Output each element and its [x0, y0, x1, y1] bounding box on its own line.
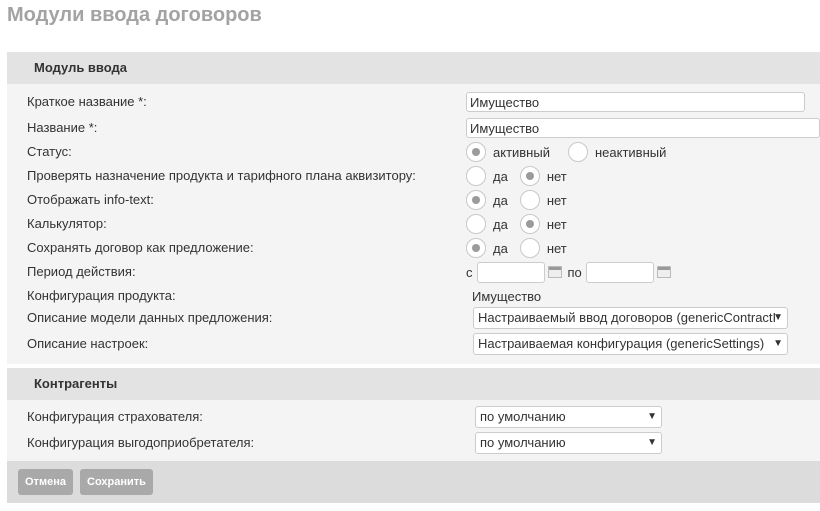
period-field-group: с по	[466, 261, 677, 283]
calculator-yes-radio[interactable]	[466, 214, 486, 234]
beneficiary-config-select[interactable]: по умолчанию ▼	[475, 432, 662, 454]
status-active-label: активный	[493, 144, 550, 160]
data-model-chevron-down-icon: ▼	[773, 312, 783, 323]
check-assign-yes-label: да	[493, 168, 508, 184]
save-as-offer-yes-radio[interactable]	[466, 238, 486, 258]
insurer-config-select-value: по умолчанию	[480, 409, 566, 424]
check-assign-label: Проверять назначение продукта и тарифног…	[27, 168, 416, 183]
info-text-label: Отображать info-text:	[27, 192, 154, 207]
calendar-from-icon[interactable]	[547, 266, 562, 278]
page-title: Модули ввода договоров	[7, 4, 262, 26]
insurer-config-select[interactable]: по умолчанию ▼	[475, 406, 662, 428]
settings-chevron-down-icon: ▼	[773, 338, 783, 349]
calculator-yes-label: да	[493, 216, 508, 232]
name-input[interactable]	[466, 118, 820, 138]
save-as-offer-label: Сохранять договор как предложение:	[27, 240, 254, 255]
check-assign-no-radio[interactable]	[519, 166, 540, 186]
settings-select-value: Настраиваемая конфигурация (genericSetti…	[478, 336, 765, 351]
product-config-label: Конфигурация продукта:	[27, 288, 176, 303]
short-name-label: Краткое название *:	[27, 94, 147, 109]
beneficiary-chevron-down-icon: ▼	[647, 437, 657, 448]
short-name-input[interactable]	[466, 92, 805, 112]
save-as-offer-no-label: нет	[546, 240, 567, 256]
product-config-value: Имущество	[472, 288, 542, 304]
info-text-radio-group: да нет	[466, 189, 579, 211]
beneficiary-config-select-value: по умолчанию	[480, 435, 566, 450]
status-label: Статус:	[27, 144, 72, 159]
beneficiary-config-label: Конфигурация выгодоприобретателя:	[27, 435, 255, 450]
save-as-offer-no-radio[interactable]	[519, 238, 540, 258]
save-as-offer-yes-label: да	[493, 240, 508, 256]
period-to-label: по	[567, 264, 582, 280]
save-button[interactable]: Сохранить	[80, 469, 153, 495]
insurer-config-label: Конфигурация страхователя:	[27, 409, 203, 424]
status-active-radio[interactable]	[466, 142, 486, 162]
name-label: Название *:	[27, 120, 98, 135]
module-section-header: Модуль ввода	[7, 52, 820, 84]
calculator-no-label: нет	[546, 216, 567, 232]
check-assign-yes-radio[interactable]	[466, 166, 486, 186]
period-to-input[interactable]	[585, 261, 654, 283]
contragents-section-header: Контрагенты	[7, 368, 820, 400]
status-radio-group: активный неактивный	[466, 141, 678, 163]
info-text-no-radio[interactable]	[519, 190, 540, 210]
calculator-radio-group: да нет	[466, 213, 579, 235]
settings-label: Описание настроек:	[27, 336, 149, 351]
insurer-chevron-down-icon: ▼	[647, 411, 657, 422]
period-label: Период действия:	[27, 264, 136, 279]
data-model-select-value: Настраиваемый ввод договоров (genericCon…	[478, 310, 777, 325]
check-assign-radio-group: да нет	[466, 165, 579, 187]
period-from-input[interactable]	[476, 261, 545, 283]
check-assign-no-label: нет	[546, 168, 567, 184]
info-text-yes-radio[interactable]	[466, 190, 486, 210]
status-inactive-radio[interactable]	[567, 142, 588, 162]
settings-select[interactable]: Настраиваемая конфигурация (genericSetti…	[473, 333, 788, 355]
status-inactive-label: неактивный	[594, 144, 667, 160]
button-bar: Отмена Сохранить	[7, 461, 820, 503]
calculator-label: Калькулятор:	[27, 216, 107, 231]
save-as-offer-radio-group: да нет	[466, 237, 579, 259]
calendar-to-icon[interactable]	[656, 266, 671, 278]
data-model-label: Описание модели данных предложения:	[27, 310, 273, 325]
calculator-no-radio[interactable]	[519, 214, 540, 234]
data-model-select[interactable]: Настраиваемый ввод договоров (genericCon…	[473, 307, 788, 329]
period-from-label: с	[466, 264, 473, 280]
info-text-yes-label: да	[493, 192, 508, 208]
cancel-button[interactable]: Отмена	[18, 469, 73, 495]
info-text-no-label: нет	[546, 192, 567, 208]
